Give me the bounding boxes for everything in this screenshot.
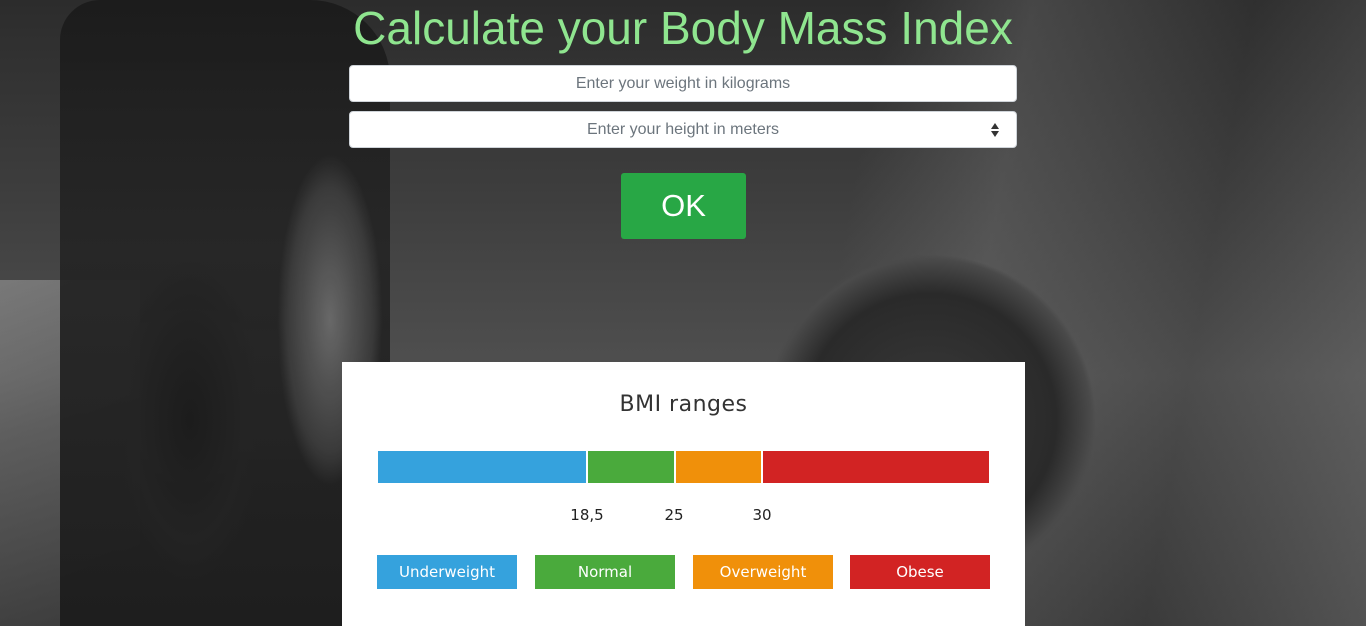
- height-input[interactable]: [349, 111, 1017, 148]
- legend-obese: Obese: [850, 555, 990, 589]
- legend-normal: Normal: [535, 555, 675, 589]
- range-bar-underweight: [378, 451, 586, 483]
- page: Calculate your Body Mass Index OK BMI ra…: [0, 0, 1366, 626]
- legend-overweight: Overweight: [693, 555, 833, 589]
- range-bar-obese: [763, 451, 989, 483]
- threshold-label: 25: [664, 506, 684, 524]
- weight-input[interactable]: [349, 65, 1017, 102]
- threshold-label: 30: [752, 506, 772, 524]
- threshold-label: 18,5: [570, 506, 604, 524]
- stepper-down-icon[interactable]: [991, 131, 999, 137]
- stepper-up-icon[interactable]: [991, 123, 999, 129]
- range-bar-normal: [588, 451, 674, 483]
- bmi-ranges-panel: BMI ranges 18,5 25 30 Underweight Normal…: [342, 362, 1025, 626]
- page-title: Calculate your Body Mass Index: [353, 2, 1013, 54]
- legend-underweight: Underweight: [377, 555, 517, 589]
- ok-button[interactable]: OK: [621, 173, 746, 239]
- background-athlete-image: [60, 0, 390, 626]
- range-bar-overweight: [676, 451, 761, 483]
- bmi-ranges-title: BMI ranges: [619, 392, 748, 417]
- height-stepper[interactable]: [989, 121, 1001, 139]
